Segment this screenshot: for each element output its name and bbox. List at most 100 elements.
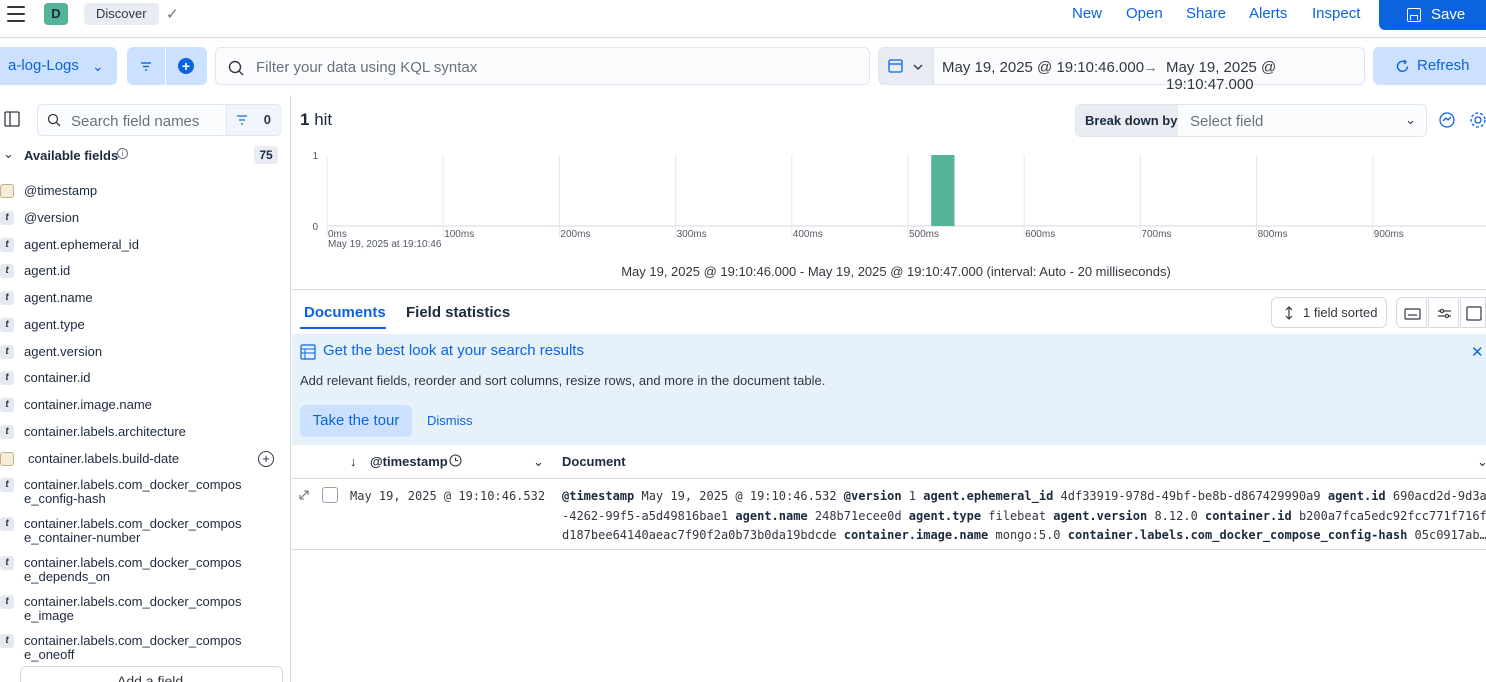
chevron-down-icon[interactable]: ⌄ [3, 146, 14, 162]
field-item[interactable]: t agent.id [0, 264, 290, 284]
doc-key: container.labels.com_docker_compose_conf… [1067, 528, 1408, 542]
text-field-type-icon: t [0, 238, 14, 252]
available-fields-count: 75 [254, 146, 278, 164]
date-field-type-icon [0, 184, 14, 198]
available-fields-title[interactable]: Available fields [24, 148, 118, 163]
new-link[interactable]: New [1072, 4, 1102, 24]
filter-icon [141, 62, 151, 71]
field-item[interactable]: t agent.version [0, 345, 290, 365]
kql-search-input[interactable]: Filter your data using KQL syntax [215, 47, 870, 85]
sorted-label: 1 field sorted [1303, 305, 1378, 320]
search-icon [47, 113, 61, 127]
refresh-button[interactable]: Refresh [1373, 47, 1486, 85]
sort-desc-icon[interactable]: ↓ [350, 454, 357, 469]
x-tick-label: 600ms [1025, 229, 1055, 240]
document-cell-line-3: d187bee64140aeac7f90f2a0b73b0da19bdcde c… [562, 528, 1486, 542]
x-tick-label: 300ms [677, 229, 707, 240]
doc-key: container.id [1205, 509, 1292, 523]
field-item[interactable]: t container.labels.com_docker_compos e_ima… [0, 595, 290, 629]
dismiss-button[interactable]: Dismiss [427, 413, 473, 428]
x-tick-label: 400ms [793, 229, 823, 240]
save-button[interactable]: Save [1379, 0, 1486, 30]
tab-documents[interactable]: Documents [304, 304, 386, 321]
doc-value: 1 [901, 489, 924, 503]
filter-menu-button[interactable] [127, 47, 165, 85]
field-name-wrap: e_container-number [24, 530, 141, 545]
sort-fields-button[interactable]: 1 field sorted [1271, 297, 1387, 328]
fullscreen-button[interactable] [1460, 297, 1486, 328]
y-tick-label: 0 [312, 222, 318, 233]
breadcrumb[interactable]: Discover [84, 3, 159, 25]
arrow-right-icon: → [1143, 59, 1158, 76]
field-item[interactable]: t @version [0, 211, 290, 231]
timestamp-cell: May 19, 2025 @ 19:10:46.532 [350, 489, 546, 503]
ai-assistant-icon[interactable] [1438, 111, 1456, 129]
doc-value: b200a7fca5edc92fcc771f716f [1291, 509, 1486, 523]
column-header-timestamp[interactable]: @timestamp [370, 454, 448, 469]
field-filter-button[interactable]: 0 [226, 105, 282, 135]
end-date[interactable]: May 19, 2025 @ 19:10:47.000 [1166, 59, 1364, 93]
field-item[interactable]: t container.labels.architecture [0, 425, 290, 445]
clock-icon [449, 454, 462, 467]
active-tab-indicator [300, 327, 386, 329]
field-item[interactable]: @timestamp [0, 184, 290, 204]
keyboard-shortcuts-button[interactable] [1396, 297, 1427, 328]
x-tick-label: 500ms [909, 229, 939, 240]
field-item[interactable]: t container.id [0, 371, 290, 391]
space-avatar[interactable]: D [44, 3, 68, 25]
open-link[interactable]: Open [1126, 4, 1163, 24]
field-search-input[interactable]: Search field names 0 [37, 104, 282, 136]
date-range[interactable]: May 19, 2025 @ 19:10:46.000 → May 19, 20… [934, 47, 1365, 93]
doc-key: container.image.name [843, 528, 989, 542]
field-name: container.image.name [24, 397, 152, 412]
chevron-down-icon[interactable]: ⌄ [533, 454, 544, 470]
x-tick-label: 200ms [560, 229, 590, 240]
breakdown-select[interactable]: Break down by Select field ⌄ [1075, 104, 1427, 137]
row-checkbox[interactable] [322, 487, 338, 503]
field-name: container.id [24, 370, 91, 385]
doc-value: 4df33919-978d-49bf-be8b-d867429990a9 [1053, 489, 1328, 503]
x-tick-label: 100ms [444, 229, 474, 240]
field-item[interactable]: t agent.name [0, 291, 290, 311]
gear-icon[interactable] [1469, 111, 1486, 129]
chevron-down-icon[interactable]: ⌄ [1477, 454, 1486, 470]
doc-value: May 19, 2025 @ 19:10:46.532 [634, 489, 844, 503]
alerts-link[interactable]: Alerts [1249, 4, 1287, 24]
field-item[interactable]: t agent.ephemeral_id [0, 238, 290, 258]
dataview-picker[interactable]: a-log-Logs ⌄ [0, 47, 117, 85]
tab-field-statistics[interactable]: Field statistics [406, 304, 510, 321]
start-date[interactable]: May 19, 2025 @ 19:10:46.000 [942, 59, 1144, 76]
display-settings-button[interactable] [1428, 297, 1459, 328]
x-tick-label: 800ms [1258, 229, 1288, 240]
field-name: @timestamp [24, 183, 98, 198]
doc-key: agent.ephemeral_id [923, 489, 1054, 503]
sort-icon [1285, 306, 1293, 320]
add-field-plus-icon[interactable]: + [258, 451, 274, 467]
column-header-document[interactable]: Document [562, 454, 626, 469]
close-icon[interactable]: ✕ [1471, 343, 1484, 361]
quick-date-menu[interactable] [878, 47, 934, 85]
field-item[interactable]: t container.labels.com_docker_compos e_one… [0, 634, 290, 668]
expand-icon[interactable] [298, 489, 310, 501]
field-search-placeholder: Search field names [71, 113, 200, 130]
field-item[interactable]: t agent.type [0, 318, 290, 338]
search-icon [228, 60, 244, 76]
text-field-type-icon: t [0, 398, 14, 412]
hit-count-label: hit [314, 110, 333, 129]
take-tour-button[interactable]: Take the tour [300, 405, 412, 437]
field-item[interactable]: t container.labels.com_docker_compos e_con… [0, 517, 290, 551]
share-link[interactable]: Share [1186, 4, 1226, 24]
add-field-button[interactable]: Add a field [20, 666, 283, 682]
add-filter-button[interactable]: + [166, 47, 207, 85]
field-item[interactable]: t container.labels.com_docker_compos e_dep… [0, 556, 290, 590]
fullscreen-icon [1466, 306, 1482, 321]
x-tick-label: 900ms [1374, 229, 1404, 240]
field-item[interactable]: t container.labels.com_docker_compos e_con… [0, 478, 290, 512]
sidebar-collapse-icon[interactable] [4, 111, 22, 129]
menu-icon[interactable] [7, 6, 25, 22]
field-item[interactable]: t container.image.name [0, 398, 290, 418]
inspect-link[interactable]: Inspect [1312, 4, 1360, 24]
field-item[interactable]: container.labels.build-date [0, 452, 290, 472]
doc-value: 05c0917ab… [1407, 528, 1486, 542]
field-name: container.labels.com_docker_compos [24, 555, 242, 570]
